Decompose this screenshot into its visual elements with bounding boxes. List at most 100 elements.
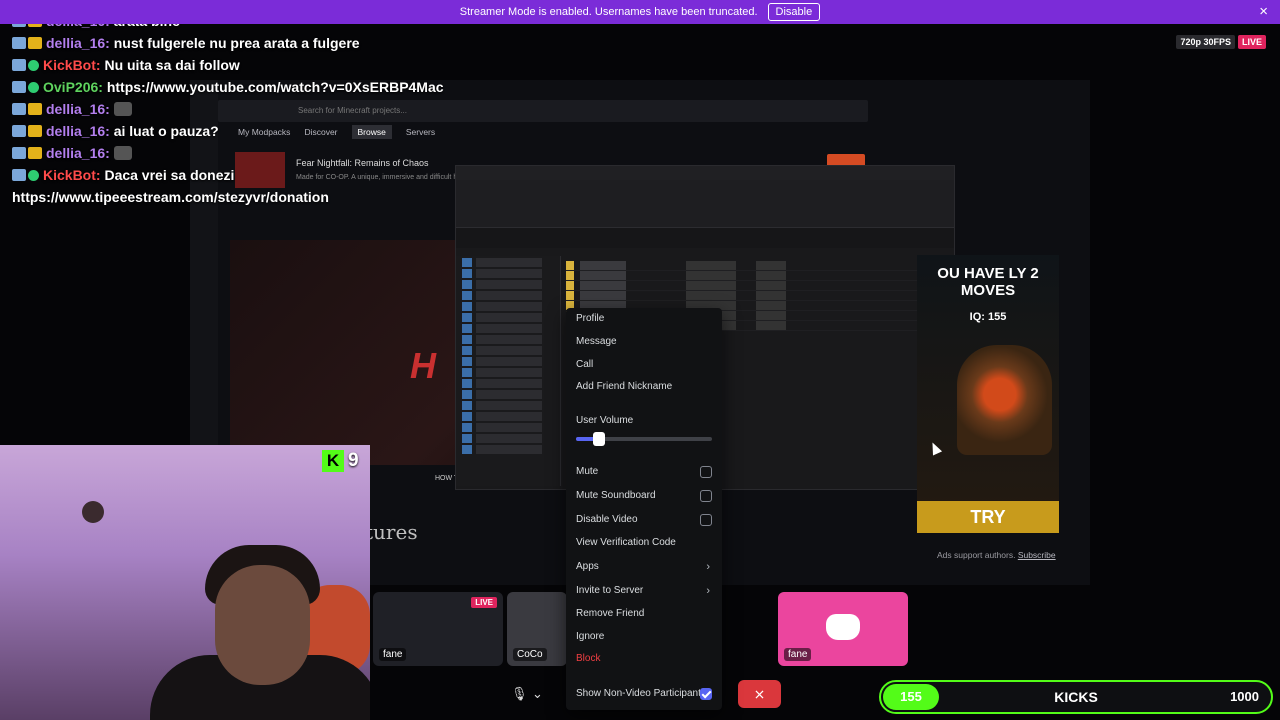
chat-message: OviP206: https://www.youtube.com/watch?v… (12, 76, 472, 98)
menu-item-disable-video-label: Disable Video (576, 514, 638, 525)
menu-item-show-non-video[interactable]: Show Non-Video Participants (576, 685, 714, 703)
disable-video-checkbox[interactable] (700, 514, 712, 526)
menu-item-mute-soundboard[interactable]: Mute Soundboard (576, 487, 714, 505)
game-ad: OU HAVE LY 2 MOVES IQ: 155 TRY (917, 255, 1059, 533)
chat-emote-icon (113, 146, 132, 160)
chat-message: KickBot: Nu uita sa dai follow (12, 54, 472, 76)
ads-support-text: Ads support authors. (937, 550, 1016, 560)
kick-logo-icon: K (322, 450, 344, 472)
menu-item-profile[interactable]: Profile (576, 310, 714, 328)
ads-subscribe-link: Subscribe (1017, 550, 1056, 560)
chat-username: OviP206: (43, 79, 103, 95)
hero-text: H (410, 345, 436, 386)
menu-item-add-nickname[interactable]: Add Friend Nickname (576, 378, 714, 396)
chat-username: dellia_16: (46, 101, 110, 117)
close-icon[interactable]: × (1259, 3, 1268, 20)
participant-tile-fane[interactable]: fane (778, 592, 908, 666)
viewer-count: K 9 (322, 450, 359, 472)
menu-item-block[interactable]: Block (576, 650, 714, 668)
sub-badge-icon (12, 125, 26, 137)
leave-call-button[interactable]: ⨯ (738, 680, 781, 708)
participant-tile-stream[interactable]: LIVE fane (373, 592, 503, 666)
menu-item-apps[interactable]: Apps › (576, 558, 714, 576)
sub-badge-icon (12, 37, 26, 49)
menu-label-user-volume: User Volume (576, 415, 634, 426)
verified-badge-icon (28, 170, 39, 181)
menu-item-show-non-video-label: Show Non-Video Participants (576, 688, 706, 699)
ad-try-button: TRY (917, 501, 1059, 533)
menu-item-invite[interactable]: Invite to Server › (576, 582, 714, 600)
chat-username: dellia_16: (46, 35, 110, 51)
microphone-icon[interactable]: 🎙 (511, 686, 528, 702)
ad-art (957, 345, 1052, 455)
user-volume-slider[interactable] (576, 432, 712, 446)
menu-item-apps-label: Apps (576, 561, 599, 572)
screen-footer-text: tures (365, 520, 418, 544)
tile-label: fane (784, 648, 812, 661)
chat-overlay: dellia_16: arata binedellia_16: nust ful… (12, 10, 472, 208)
stream-quality: 720p 30FPS LIVE (1176, 35, 1266, 49)
chat-message: dellia_16: nust fulgerele nu prea arata … (12, 32, 472, 54)
quality-badge: 720p 30FPS (1176, 35, 1235, 49)
chat-message: dellia_16: (12, 142, 472, 164)
mute-soundboard-checkbox[interactable] (700, 490, 712, 502)
menu-item-view-verification[interactable]: View Verification Code (576, 534, 714, 552)
chevron-right-icon: › (706, 585, 710, 597)
disable-streamer-mode-button[interactable]: Disable (767, 3, 821, 21)
menu-item-remove-friend[interactable]: Remove Friend (576, 605, 714, 623)
menu-item-mute-soundboard-label: Mute Soundboard (576, 490, 656, 501)
menu-item-invite-label: Invite to Server (576, 585, 644, 596)
sub-badge-icon (12, 169, 26, 181)
menu-item-ignore[interactable]: Ignore (576, 628, 714, 646)
chat-username: KickBot: (43, 167, 101, 183)
crown-badge-icon (28, 103, 42, 115)
show-non-video-checkbox[interactable] (700, 688, 712, 700)
chat-text: ai luat o pauza? (113, 123, 219, 139)
ad-iq: IQ: 155 (969, 311, 1007, 323)
chevron-down-icon[interactable]: ⌄ (532, 686, 543, 702)
mute-checkbox[interactable] (700, 466, 712, 478)
tile-live-badge: LIVE (471, 597, 497, 608)
crown-badge-icon (28, 125, 42, 137)
crown-badge-icon (28, 147, 42, 159)
stream-frame: Search for Minecraft projects... My Modp… (0, 0, 1280, 720)
chat-emote-icon (113, 102, 132, 116)
user-volume-knob[interactable] (593, 432, 606, 446)
tile-label: fane (379, 648, 407, 661)
user-context-menu: Profile Message Call Add Friend Nickname… (566, 308, 722, 710)
menu-item-message[interactable]: Message (576, 333, 714, 351)
streamer-mode-banner: Streamer Mode is enabled. Usernames have… (0, 0, 1280, 24)
kicks-label: KICKS (1054, 689, 1098, 705)
menu-item-disable-video[interactable]: Disable Video (576, 511, 714, 529)
verified-badge-icon (28, 60, 39, 71)
explorer-titlebar (456, 166, 954, 180)
chat-message: dellia_16: (12, 98, 472, 120)
chat-username: KickBot: (43, 57, 101, 73)
menu-item-mute[interactable]: Mute (576, 463, 714, 481)
live-badge: LIVE (1237, 35, 1266, 49)
viewer-count-number: 9 (348, 450, 359, 471)
chat-text: Nu uita sa dai follow (104, 57, 240, 73)
webcam-lamp (82, 501, 104, 523)
chat-message: dellia_16: ai luat o pauza? (12, 120, 472, 142)
chat-username: dellia_16: (46, 123, 110, 139)
kicks-current: 155 (883, 684, 939, 710)
sub-badge-icon (12, 103, 26, 115)
chat-message: KickBot: Daca vrei sa donezi https://www… (12, 164, 472, 208)
crown-badge-icon (28, 37, 42, 49)
ad-headline: OU HAVE LY 2 MOVES (937, 265, 1039, 299)
webcam-feed (0, 445, 370, 720)
explorer-address-bar (456, 228, 954, 248)
kicks-goal: 1000 (1230, 689, 1259, 704)
webcam-streamer-face (215, 565, 310, 685)
menu-item-call[interactable]: Call (576, 356, 714, 374)
menu-item-mute-label: Mute (576, 466, 599, 477)
chevron-right-icon: › (706, 561, 710, 573)
discord-logo-icon (826, 614, 860, 640)
tile-label: CoCo (513, 648, 547, 661)
participant-tile-coco[interactable]: CoCo (507, 592, 567, 666)
explorer-ribbon (456, 180, 954, 228)
chat-text: https://www.youtube.com/watch?v=0XsERBP4… (106, 79, 444, 95)
streamer-mode-text: Streamer Mode is enabled. Usernames have… (459, 6, 758, 18)
ads-support-note: Ads support authors. Subscribe (937, 550, 1056, 560)
